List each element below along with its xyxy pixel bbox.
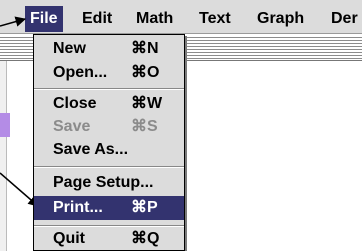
menu-edit[interactable]: Edit bbox=[77, 6, 117, 32]
menu-item-quit[interactable]: Quit ⌘Q bbox=[34, 227, 184, 251]
menu-item-open[interactable]: Open... ⌘O bbox=[34, 61, 184, 85]
menu-graph[interactable]: Graph bbox=[252, 6, 309, 32]
window-left-edge bbox=[0, 61, 7, 251]
window-selection-marker bbox=[0, 113, 10, 137]
file-menu-dropdown: New ⌘N Open... ⌘O Close ⌘W Save ⌘S Save … bbox=[33, 34, 185, 251]
menu-file[interactable]: File bbox=[25, 6, 63, 32]
menu-der[interactable]: Der bbox=[326, 6, 362, 32]
menu-separator bbox=[34, 88, 184, 90]
menu-item-save: Save ⌘S bbox=[53, 118, 158, 135]
menu-separator bbox=[34, 166, 184, 168]
menu-item-save-as[interactable]: Save As... bbox=[34, 138, 184, 162]
menu-bar: File Edit Math Text Graph Der bbox=[0, 0, 362, 34]
menu-text[interactable]: Text bbox=[194, 6, 236, 32]
menu-item-page-setup[interactable]: Page Setup... bbox=[34, 171, 184, 195]
menu-math[interactable]: Math bbox=[131, 6, 178, 32]
menu-item-print[interactable]: Print... ⌘P bbox=[34, 196, 184, 220]
menu-item-new[interactable]: New ⌘N bbox=[34, 37, 184, 61]
menu-item-close[interactable]: Close ⌘W bbox=[34, 92, 184, 116]
